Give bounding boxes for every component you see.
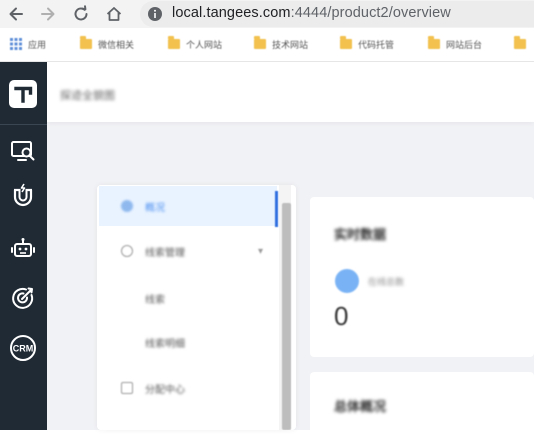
stat-value: 0: [334, 301, 349, 331]
home-button[interactable]: [104, 4, 124, 24]
overall-overview-card: 总体概况: [310, 372, 534, 442]
folder-icon: [428, 36, 440, 49]
bookmark-folder[interactable]: 网站后台: [428, 36, 483, 51]
arrow-left-icon: [9, 7, 23, 21]
url-text[interactable]: local.tangees.com:4444/product2/overview: [172, 5, 451, 21]
submenu-item-clue[interactable]: 线索: [145, 291, 165, 306]
robot-icon: [11, 238, 35, 257]
side-menu: 概况 线索管理 ▾ 线索 线索明细 分配中心: [97, 185, 296, 430]
arrow-right-icon: [41, 7, 55, 21]
overview-icon: [121, 200, 133, 212]
bookmark-folder[interactable]: 个人网站: [168, 36, 223, 51]
home-icon: [106, 7, 122, 21]
allocation-icon: [121, 382, 133, 394]
card-title: 总体概况: [334, 399, 387, 414]
menu-item-label: 概况: [145, 202, 165, 214]
nav-monitor-search[interactable]: [8, 136, 38, 166]
nav-target[interactable]: [8, 283, 38, 313]
bookmark-label: 微信相关: [98, 39, 135, 50]
menu-item-clue-management[interactable]: 线索管理 ▾: [99, 231, 277, 271]
app-logo[interactable]: [9, 80, 37, 108]
nav-robot[interactable]: [8, 234, 38, 264]
back-button[interactable]: [6, 4, 26, 24]
menu-item-allocation-center[interactable]: 分配中心: [99, 368, 277, 408]
divider: [0, 124, 47, 125]
page-title: 探迹全貌图: [60, 90, 115, 102]
monitor-search-icon: [11, 141, 35, 161]
folder-icon: [254, 36, 266, 49]
bookmark-label: 网站后台: [446, 39, 483, 50]
nav-magnet[interactable]: [8, 181, 38, 211]
info-icon[interactable]: [147, 6, 163, 22]
crm-label: CRM: [13, 343, 34, 353]
active-indicator: [275, 191, 278, 227]
page-header: 探迹全貌图: [47, 62, 534, 122]
bookmark-folder[interactable]: 微信相关: [80, 36, 135, 51]
app-root: CRM 探迹全貌图 概况 线索管理 ▾ 线索 线索明细 分配中心 实时数据 在线…: [0, 62, 534, 442]
folder-icon: [340, 36, 352, 49]
target-icon: [12, 287, 34, 309]
scrollbar-thumb[interactable]: [282, 203, 291, 430]
menu-item-label: 线索管理: [145, 247, 185, 259]
browser-toolbar: local.tangees.com:4444/product2/overview: [0, 0, 534, 28]
reload-icon: [74, 5, 88, 21]
bookmark-folder[interactable]: [514, 36, 532, 51]
folder-icon: [168, 36, 180, 49]
submenu-item-clue-detail[interactable]: 线索明细: [145, 335, 185, 350]
menu-item-overview[interactable]: 概况: [99, 186, 277, 226]
magnet-lightning-icon: [13, 183, 33, 207]
bookmark-folder[interactable]: 代码托管: [340, 36, 395, 51]
stat-label: 在线总数: [368, 277, 405, 287]
logo-icon: [14, 86, 33, 103]
realtime-data-card: 实时数据 在线总数 0: [310, 197, 534, 357]
bookmark-apps[interactable]: 应用: [10, 37, 46, 51]
folder-icon: [80, 36, 92, 49]
folder-icon: [514, 36, 526, 49]
apps-grid-icon: [10, 38, 22, 50]
bookmark-label: 代码托管: [358, 39, 395, 50]
bookmark-label: 技术网站: [272, 39, 309, 50]
bookmark-label: 个人网站: [186, 39, 223, 50]
forward-button[interactable]: [38, 4, 58, 24]
menu-item-label: 分配中心: [145, 384, 185, 396]
card-title: 实时数据: [334, 227, 387, 242]
nav-crm[interactable]: CRM: [8, 333, 38, 363]
url-host: local.tangees.com: [172, 5, 291, 21]
url-path: :4444/product2/overview: [290, 5, 451, 21]
left-nav-bar: CRM: [0, 62, 47, 430]
bookmarks-bar: 应用 微信相关 个人网站 技术网站 代码托管 网站后台: [0, 28, 534, 62]
bookmark-label: 应用: [28, 39, 47, 50]
crm-icon: CRM: [10, 335, 36, 361]
clue-icon: [121, 245, 133, 257]
bookmark-folder[interactable]: 技术网站: [254, 36, 309, 51]
online-stat-icon: [335, 269, 359, 293]
reload-button[interactable]: [71, 4, 91, 24]
chevron-down-icon: ▾: [257, 245, 263, 257]
